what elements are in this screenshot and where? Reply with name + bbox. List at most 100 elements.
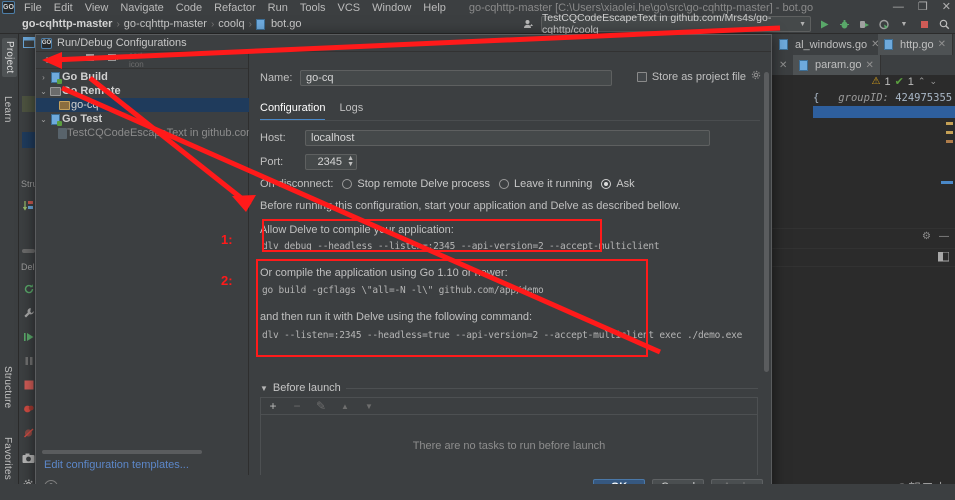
radio-leave-running[interactable]: Leave it running [499, 178, 592, 190]
gear-icon[interactable]: ⚙ [922, 231, 931, 242]
detail-pane-scrollbar[interactable] [764, 72, 769, 372]
breadcrumb-item-module[interactable]: go-cqhttp-master [124, 18, 207, 30]
add-task-button[interactable]: + [267, 399, 279, 413]
rerun-icon[interactable] [22, 282, 35, 295]
configurations-tree-panel: + − sort-icon › Go Build ⌄ Go Remote go-… [36, 51, 249, 476]
tab-configuration[interactable]: Configuration [260, 102, 326, 121]
sidebar-item-structure[interactable]: Structure [2, 366, 13, 408]
menu-item-navigate[interactable]: Navigate [119, 2, 164, 14]
close-icon[interactable]: ✕ [938, 39, 946, 50]
edit-configuration-templates-link[interactable]: Edit configuration templates... [44, 459, 189, 471]
minimize-icon[interactable]: — [939, 231, 949, 242]
tree-node-test-cqcode[interactable]: TestCQCodeEscapeText in github.com/Mrs4 [36, 126, 249, 140]
store-as-project-file-checkbox[interactable] [636, 71, 647, 82]
tree-node-go-build[interactable]: › Go Build [36, 70, 249, 84]
spinner-arrows-icon[interactable]: ▲ ▼ [347, 155, 354, 168]
tree-node-go-test[interactable]: ⌄ Go Test [36, 112, 249, 126]
menu-item-edit[interactable]: Edit [53, 2, 74, 14]
tree-node-label: Go Remote [62, 85, 121, 97]
breadcrumb-item-file[interactable]: bot.go [271, 18, 302, 30]
stop-icon[interactable] [917, 17, 931, 31]
sort-configurations-button[interactable]: sort-icon [129, 51, 145, 69]
tree-node-go-cq[interactable]: go-cq [36, 98, 249, 112]
radio-icon[interactable] [601, 179, 612, 189]
remove-configuration-button[interactable]: − [63, 53, 75, 67]
menu-item-code[interactable]: Code [175, 2, 203, 14]
coverage-icon[interactable] [857, 17, 871, 31]
editor-tab-param-go[interactable]: param.go ✕ [793, 55, 881, 75]
run-configuration-selector[interactable]: TestCQCodeEscapeText in github.com/Mrs4s… [541, 12, 811, 36]
layout-icon[interactable] [937, 251, 950, 265]
chevron-down-icon[interactable]: ▼ [260, 384, 268, 393]
editor-tab-close-stub[interactable]: ✕ [773, 55, 794, 75]
dialog-title: Run/Debug Configurations [57, 37, 187, 49]
code-line: { groupID: 424975355 m: *g1 [813, 92, 955, 104]
chevron-down-icon[interactable]: ▼ [897, 17, 911, 31]
move-up-button[interactable]: ▲ [339, 402, 351, 411]
left-tool-rail: Project Learn Structure Favorites [0, 34, 19, 500]
sidebar-item-favorites[interactable]: Favorites [2, 437, 13, 480]
configurations-tree: › Go Build ⌄ Go Remote go-cq ⌄ Go Test T… [36, 70, 249, 452]
menu-item-help[interactable]: Help [422, 2, 447, 14]
breakpoint-icon[interactable] [22, 402, 35, 415]
camera-icon[interactable] [22, 452, 35, 465]
pause-icon[interactable] [22, 354, 35, 367]
profile-icon[interactable] [521, 17, 535, 31]
close-button[interactable]: ✕ [942, 2, 951, 13]
close-icon[interactable]: ✕ [865, 60, 873, 71]
chevron-up-icon[interactable]: ⌃ [918, 76, 926, 87]
search-icon[interactable] [937, 17, 951, 31]
remove-task-button[interactable]: − [291, 399, 303, 413]
editor-tab-http-go[interactable]: http.go ✕ [878, 34, 954, 55]
rail-label-debug[interactable]: Del [21, 262, 35, 272]
close-icon[interactable]: ✕ [779, 60, 787, 71]
mute-breakpoints-icon[interactable] [22, 426, 35, 439]
chevron-down-icon[interactable]: ⌄ [929, 76, 937, 87]
host-input[interactable]: localhost [305, 130, 710, 146]
add-configuration-button[interactable]: + [41, 53, 53, 67]
radio-ask[interactable]: Ask [601, 178, 635, 190]
menu-item-tools[interactable]: Tools [299, 2, 327, 14]
tab-logs[interactable]: Logs [339, 102, 363, 121]
copy-configuration-button[interactable] [85, 53, 97, 67]
chevron-right-icon[interactable]: › [38, 73, 49, 82]
stop-icon[interactable] [22, 378, 35, 391]
go-file-icon [799, 59, 808, 71]
run-icon[interactable] [817, 17, 831, 31]
chevron-down-icon[interactable]: ⌄ [38, 87, 49, 96]
minimize-button[interactable]: — [893, 2, 904, 13]
tree-node-go-remote[interactable]: ⌄ Go Remote [36, 84, 249, 98]
resume-icon[interactable] [22, 330, 35, 343]
menu-item-refactor[interactable]: Refactor [213, 2, 257, 14]
edit-task-button[interactable]: ✎ [315, 399, 327, 413]
breadcrumb-item-project[interactable]: go-cqhttp-master [22, 18, 112, 30]
radio-stop-remote-delve[interactable]: Stop remote Delve process [342, 178, 490, 190]
wrench-icon[interactable] [22, 306, 35, 319]
menu-item-run[interactable]: Run [267, 2, 289, 14]
radio-icon[interactable] [499, 179, 510, 189]
sort-icon[interactable] [22, 199, 35, 212]
menu-item-view[interactable]: View [84, 2, 110, 14]
breadcrumb-item-package[interactable]: coolq [218, 18, 244, 30]
menu-item-window[interactable]: Window [371, 2, 412, 14]
menu-item-vcs[interactable]: VCS [337, 2, 362, 14]
editor-tab-al-windows[interactable]: al_windows.go ✕ [773, 34, 887, 55]
chevron-down-icon[interactable]: ⌄ [38, 115, 49, 124]
save-configuration-button[interactable] [107, 53, 119, 67]
sidebar-item-project[interactable]: Project [2, 38, 17, 77]
maximize-button[interactable]: ❐ [918, 2, 928, 13]
name-label: Name: [260, 72, 293, 84]
port-input[interactable]: 2345 ▲ ▼ [305, 154, 357, 170]
project-panel-icon[interactable] [22, 36, 35, 49]
tree-horizontal-scrollbar[interactable] [42, 450, 202, 454]
menu-item-file[interactable]: File [23, 2, 43, 14]
radio-icon[interactable] [342, 179, 353, 189]
gear-icon[interactable] [751, 70, 761, 83]
debug-icon[interactable] [837, 17, 851, 31]
go-test-item-icon [58, 127, 67, 139]
name-input[interactable]: go-cq [300, 70, 612, 86]
profile-run-icon[interactable] [877, 17, 891, 31]
run-toolbar: TestCQCodeEscapeText in github.com/Mrs4s… [521, 12, 951, 36]
move-down-button[interactable]: ▼ [363, 402, 375, 411]
sidebar-item-learn[interactable]: Learn [2, 96, 13, 123]
